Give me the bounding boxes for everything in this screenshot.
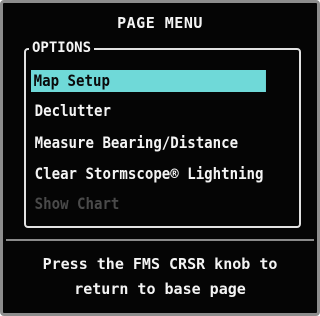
page-menu-window: PAGE MENU OPTIONS Map Setup Declutter Me… [0,0,320,316]
page-title: PAGE MENU [117,14,203,32]
hint-line-1: Press the FMS CRSR knob to [42,255,278,273]
menu-item-clear-stormscope-lightning[interactable]: Clear Stormscope® Lightning [32,163,264,185]
menu-item-map-setup[interactable]: Map Setup [31,70,266,92]
options-group-label: OPTIONS [29,40,95,56]
menu-item-measure-bearing-distance[interactable]: Measure Bearing/Distance [32,132,238,154]
hint-line-2: return to base page [74,280,246,298]
divider [6,239,314,241]
menu-item-declutter[interactable]: Declutter [32,100,111,122]
menu-item-show-chart: Show Chart [34,194,120,213]
